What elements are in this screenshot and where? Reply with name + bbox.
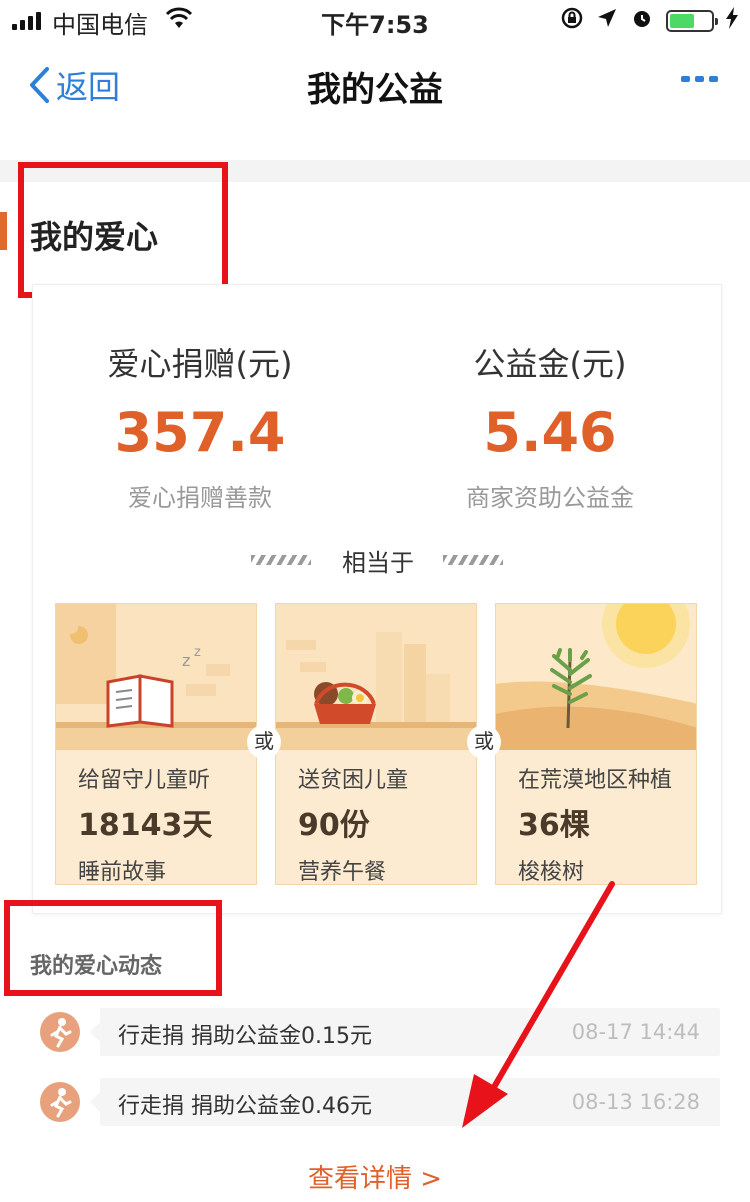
location-icon (596, 7, 618, 35)
equivalent-tile[interactable]: 送贫困儿童 90份 营养午餐 (275, 603, 477, 885)
fund-value: 5.46 (483, 401, 617, 464)
saxaul-tree-icon (496, 604, 696, 750)
tile-value: 36棵 (518, 808, 590, 843)
annotation-box (18, 162, 228, 298)
equivalent-tile[interactable]: 在荒漠地区种植 36棵 梭梭树 (495, 603, 697, 885)
donation-label: 爱心捐赠(元) (107, 345, 293, 383)
list-item[interactable]: 行走捐 捐助公益金0.46元 08-13 16:28 (40, 1078, 720, 1126)
fund-sub: 商家资助公益金 (466, 484, 634, 512)
walking-icon (40, 1012, 80, 1052)
tile-label: 给留守儿童听 (78, 768, 211, 793)
storybook-icon: z z (56, 604, 256, 750)
or-separator: 或 (247, 725, 281, 759)
charging-icon (726, 7, 738, 35)
tile-value: 90份 (298, 808, 370, 843)
lunch-basket-icon (276, 604, 476, 750)
tile-label: 睡前故事 (78, 860, 167, 885)
donation-sub: 爱心捐赠善款 (128, 484, 272, 512)
nav-bar: 返回 我的公益 (0, 44, 750, 124)
status-bar: 中国电信 下午7:53 (0, 0, 750, 40)
tile-label: 营养午餐 (298, 860, 387, 885)
svg-text:z: z (182, 651, 190, 670)
equivalent-label: 相当于 (342, 549, 414, 577)
fund-label: 公益金(元) (473, 345, 627, 383)
tile-value: 18143天 (78, 808, 213, 843)
walking-icon (40, 1082, 80, 1122)
feed-text: 行走捐 捐助公益金0.15元 (118, 1024, 372, 1049)
page-title: 我的公益 (307, 70, 443, 110)
love-summary-card: 爱心捐赠(元) 357.4 爱心捐赠善款 公益金(元) 5.46 商家资助公益金… (32, 284, 722, 914)
view-details-link[interactable]: 查看详情 > (0, 1158, 750, 1195)
tile-label: 送贫困儿童 (298, 768, 409, 793)
donation-stat: 爱心捐赠(元) 357.4 爱心捐赠善款 (50, 339, 350, 513)
battery-level (670, 14, 694, 28)
feed-time: 08-13 16:28 (571, 1090, 700, 1114)
section-accent-bar (0, 212, 7, 250)
feed-text: 行走捐 捐助公益金0.46元 (118, 1094, 372, 1119)
fund-stat: 公益金(元) 5.46 商家资助公益金 (400, 339, 700, 513)
or-separator: 或 (467, 725, 501, 759)
more-icon[interactable] (681, 76, 718, 82)
tile-label: 梭梭树 (518, 860, 585, 885)
orientation-lock-icon (560, 6, 584, 36)
feed-time: 08-17 14:44 (571, 1020, 700, 1044)
alarm-icon (630, 6, 654, 36)
divider-stripes-right (443, 555, 503, 565)
list-item[interactable]: 行走捐 捐助公益金0.15元 08-17 14:44 (40, 1008, 720, 1056)
annotation-box (4, 900, 222, 996)
equivalent-tile[interactable]: z z 给留守儿童听 18143天 睡前故事 (55, 603, 257, 885)
battery-icon (666, 10, 718, 32)
donation-value: 357.4 (114, 401, 286, 464)
tile-label: 在荒漠地区种植 (518, 768, 673, 793)
svg-text:z: z (194, 645, 201, 660)
